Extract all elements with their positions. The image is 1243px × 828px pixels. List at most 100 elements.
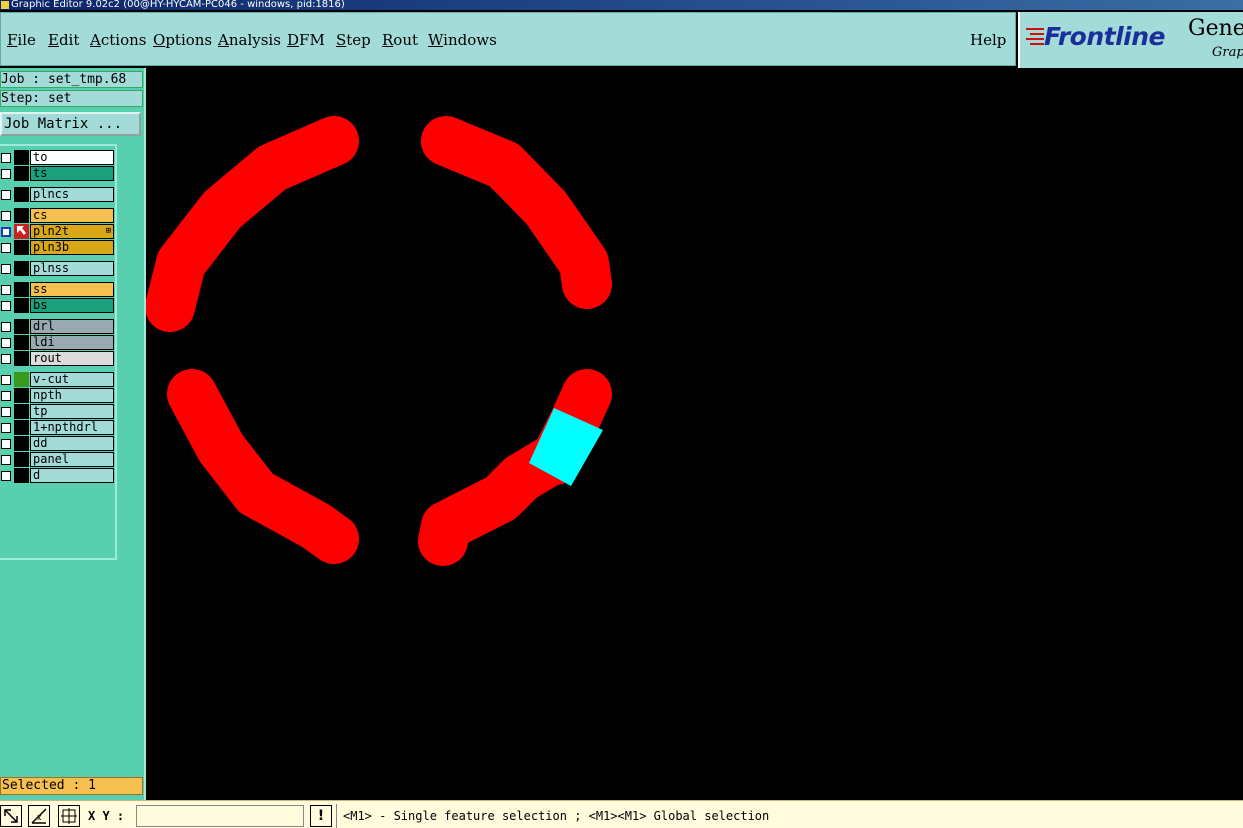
feature-arc-top-left[interactable]	[145, 116, 359, 332]
layer-checkbox[interactable]	[1, 407, 11, 417]
layer-checkbox[interactable]	[1, 322, 11, 332]
feature-arc-top-right[interactable]	[421, 116, 612, 309]
feature-arc-bottom-left[interactable]	[167, 369, 359, 564]
layer-row-plncs[interactable]: plncs	[0, 187, 115, 202]
menu-edit[interactable]: Edit	[48, 31, 79, 49]
layer-checkbox[interactable]	[1, 455, 11, 465]
layer-row-to[interactable]: to	[0, 150, 115, 165]
layer-row-bs[interactable]: bs	[0, 298, 115, 313]
layer-row-dd[interactable]: dd	[0, 436, 115, 451]
layer-name[interactable]: pln3b	[30, 240, 114, 255]
layer-name[interactable]: ss	[30, 282, 114, 297]
layer-name[interactable]: ts	[30, 166, 114, 181]
layer-row-1+npthdrl[interactable]: 1+npthdrl	[0, 420, 115, 435]
layer-status-indicator[interactable]	[14, 319, 29, 334]
layer-status-indicator[interactable]	[14, 404, 29, 419]
layer-status-indicator[interactable]	[14, 208, 29, 223]
layer-checkbox[interactable]	[1, 391, 11, 401]
layer-row-panel[interactable]: panel	[0, 452, 115, 467]
layer-status-indicator[interactable]	[14, 351, 29, 366]
layer-checkbox[interactable]	[1, 375, 11, 385]
measure-icon[interactable]: x	[28, 805, 50, 827]
layer-row-pln3b[interactable]: pln3b	[0, 240, 115, 255]
layer-checkbox[interactable]	[1, 169, 11, 179]
layer-row-plnss[interactable]: plnss	[0, 261, 115, 276]
layer-checkbox[interactable]	[1, 211, 11, 221]
layer-status-indicator[interactable]	[14, 420, 29, 435]
layer-row-ts[interactable]: ts	[0, 166, 115, 181]
layer-name[interactable]: plncs	[30, 187, 114, 202]
canvas-drawing[interactable]	[145, 68, 1243, 800]
layer-name[interactable]: to	[30, 150, 114, 165]
layer-status-indicator[interactable]	[14, 298, 29, 313]
layer-checkbox[interactable]	[1, 338, 11, 348]
layer-row-v-cut[interactable]: v-cut	[0, 372, 115, 387]
layer-row-rout[interactable]: rout	[0, 351, 115, 366]
layer-checkbox[interactable]	[1, 354, 11, 364]
layer-name[interactable]: bs	[30, 298, 114, 313]
layer-expand-icon[interactable]: ⊞	[106, 225, 111, 238]
layer-checkbox[interactable]	[1, 243, 11, 253]
menu-options[interactable]: Options	[153, 31, 212, 49]
layer-status-indicator[interactable]	[14, 372, 29, 387]
menu-file[interactable]: File	[7, 31, 36, 49]
layer-name[interactable]: npth	[30, 388, 114, 403]
layer-name[interactable]: tp	[30, 404, 114, 419]
layer-name[interactable]: cs	[30, 208, 114, 223]
layer-name[interactable]: ldi	[30, 335, 114, 350]
layer-row-npth[interactable]: npth	[0, 388, 115, 403]
layer-name[interactable]: rout	[30, 351, 114, 366]
layer-checkbox[interactable]	[1, 227, 11, 237]
graphic-canvas[interactable]	[145, 68, 1243, 800]
layer-row-ldi[interactable]: ldi	[0, 335, 115, 350]
layer-name[interactable]: panel	[30, 452, 114, 467]
layer-status-indicator[interactable]	[14, 335, 29, 350]
menu-rout[interactable]: Rout	[382, 31, 418, 49]
layer-row-pln2t[interactable]: pln2t ⊞	[0, 224, 115, 239]
layer-checkbox[interactable]	[1, 439, 11, 449]
layer-checkbox[interactable]	[1, 471, 11, 481]
layer-status-indicator[interactable]	[14, 452, 29, 467]
layer-status-indicator[interactable]	[14, 240, 29, 255]
layer-row-tp[interactable]: tp	[0, 404, 115, 419]
layer-name[interactable]: 1+npthdrl	[30, 420, 114, 435]
layer-name[interactable]: plnss	[30, 261, 114, 276]
menu-help[interactable]: Help	[970, 31, 1006, 49]
layer-status-indicator[interactable]	[14, 388, 29, 403]
layer-status-indicator[interactable]	[14, 187, 29, 202]
layer-name[interactable]: drl	[30, 319, 114, 334]
layer-status-indicator[interactable]	[14, 468, 29, 483]
zoom-area-icon[interactable]	[0, 805, 22, 827]
layer-checkbox[interactable]	[1, 285, 11, 295]
job-matrix-button[interactable]: Job Matrix ...	[0, 112, 141, 136]
menu-windows[interactable]: Windows	[428, 31, 497, 49]
layer-status-indicator[interactable]	[14, 282, 29, 297]
layer-row-ss[interactable]: ss	[0, 282, 115, 297]
layer-checkbox[interactable]	[1, 190, 11, 200]
layer-row-cs[interactable]: cs	[0, 208, 115, 223]
layer-checkbox[interactable]	[1, 301, 11, 311]
feature-arc-bottom-right-lower[interactable]	[418, 435, 576, 566]
work-layer-arrow-icon[interactable]	[14, 224, 29, 239]
layer-name[interactable]: v-cut	[30, 372, 114, 387]
layer-status-indicator[interactable]	[14, 261, 29, 276]
layer-status-indicator[interactable]	[14, 150, 29, 165]
layer-status-indicator[interactable]	[14, 436, 29, 451]
layer-checkbox[interactable]	[1, 264, 11, 274]
layer-row-d[interactable]: d	[0, 468, 115, 483]
layer-name[interactable]: d	[30, 468, 114, 483]
xy-input[interactable]	[136, 805, 304, 827]
menu-actions[interactable]: Actions	[90, 31, 146, 49]
menu-step[interactable]: Step	[336, 31, 371, 49]
layer-name[interactable]: dd	[30, 436, 114, 451]
layer-name[interactable]: pln2t ⊞	[30, 224, 114, 239]
layer-checkbox[interactable]	[1, 423, 11, 433]
message-icon[interactable]: !	[310, 805, 332, 827]
layer-status-indicator[interactable]	[14, 166, 29, 181]
layer-checkbox[interactable]	[1, 153, 11, 163]
layer-row-drl[interactable]: drl	[0, 319, 115, 334]
logo-product: Genes	[1188, 16, 1243, 41]
menu-analysis[interactable]: Analysis	[218, 31, 281, 49]
menu-dfm[interactable]: DFM	[287, 31, 325, 49]
grid-snap-icon[interactable]	[58, 805, 80, 827]
